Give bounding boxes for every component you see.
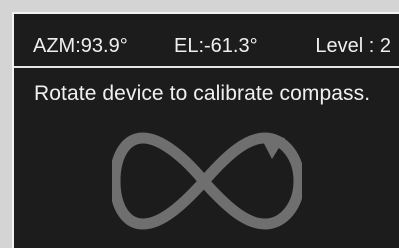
status-bar: AZM:93.9° EL:-61.3° Level : 2 <box>14 14 399 68</box>
azimuth-readout: AZM:93.9° <box>33 35 128 57</box>
elevation-readout: EL:-61.3° <box>174 35 258 57</box>
compass-calibration-screen: AZM:93.9° EL:-61.3° Level : 2 Rotate dev… <box>0 0 399 248</box>
infinity-arrow-icon <box>109 118 305 238</box>
calibration-panel: AZM:93.9° EL:-61.3° Level : 2 Rotate dev… <box>12 12 399 248</box>
calibration-instruction: Rotate device to calibrate compass. <box>34 82 371 105</box>
level-readout: Level : 2 <box>315 35 391 57</box>
